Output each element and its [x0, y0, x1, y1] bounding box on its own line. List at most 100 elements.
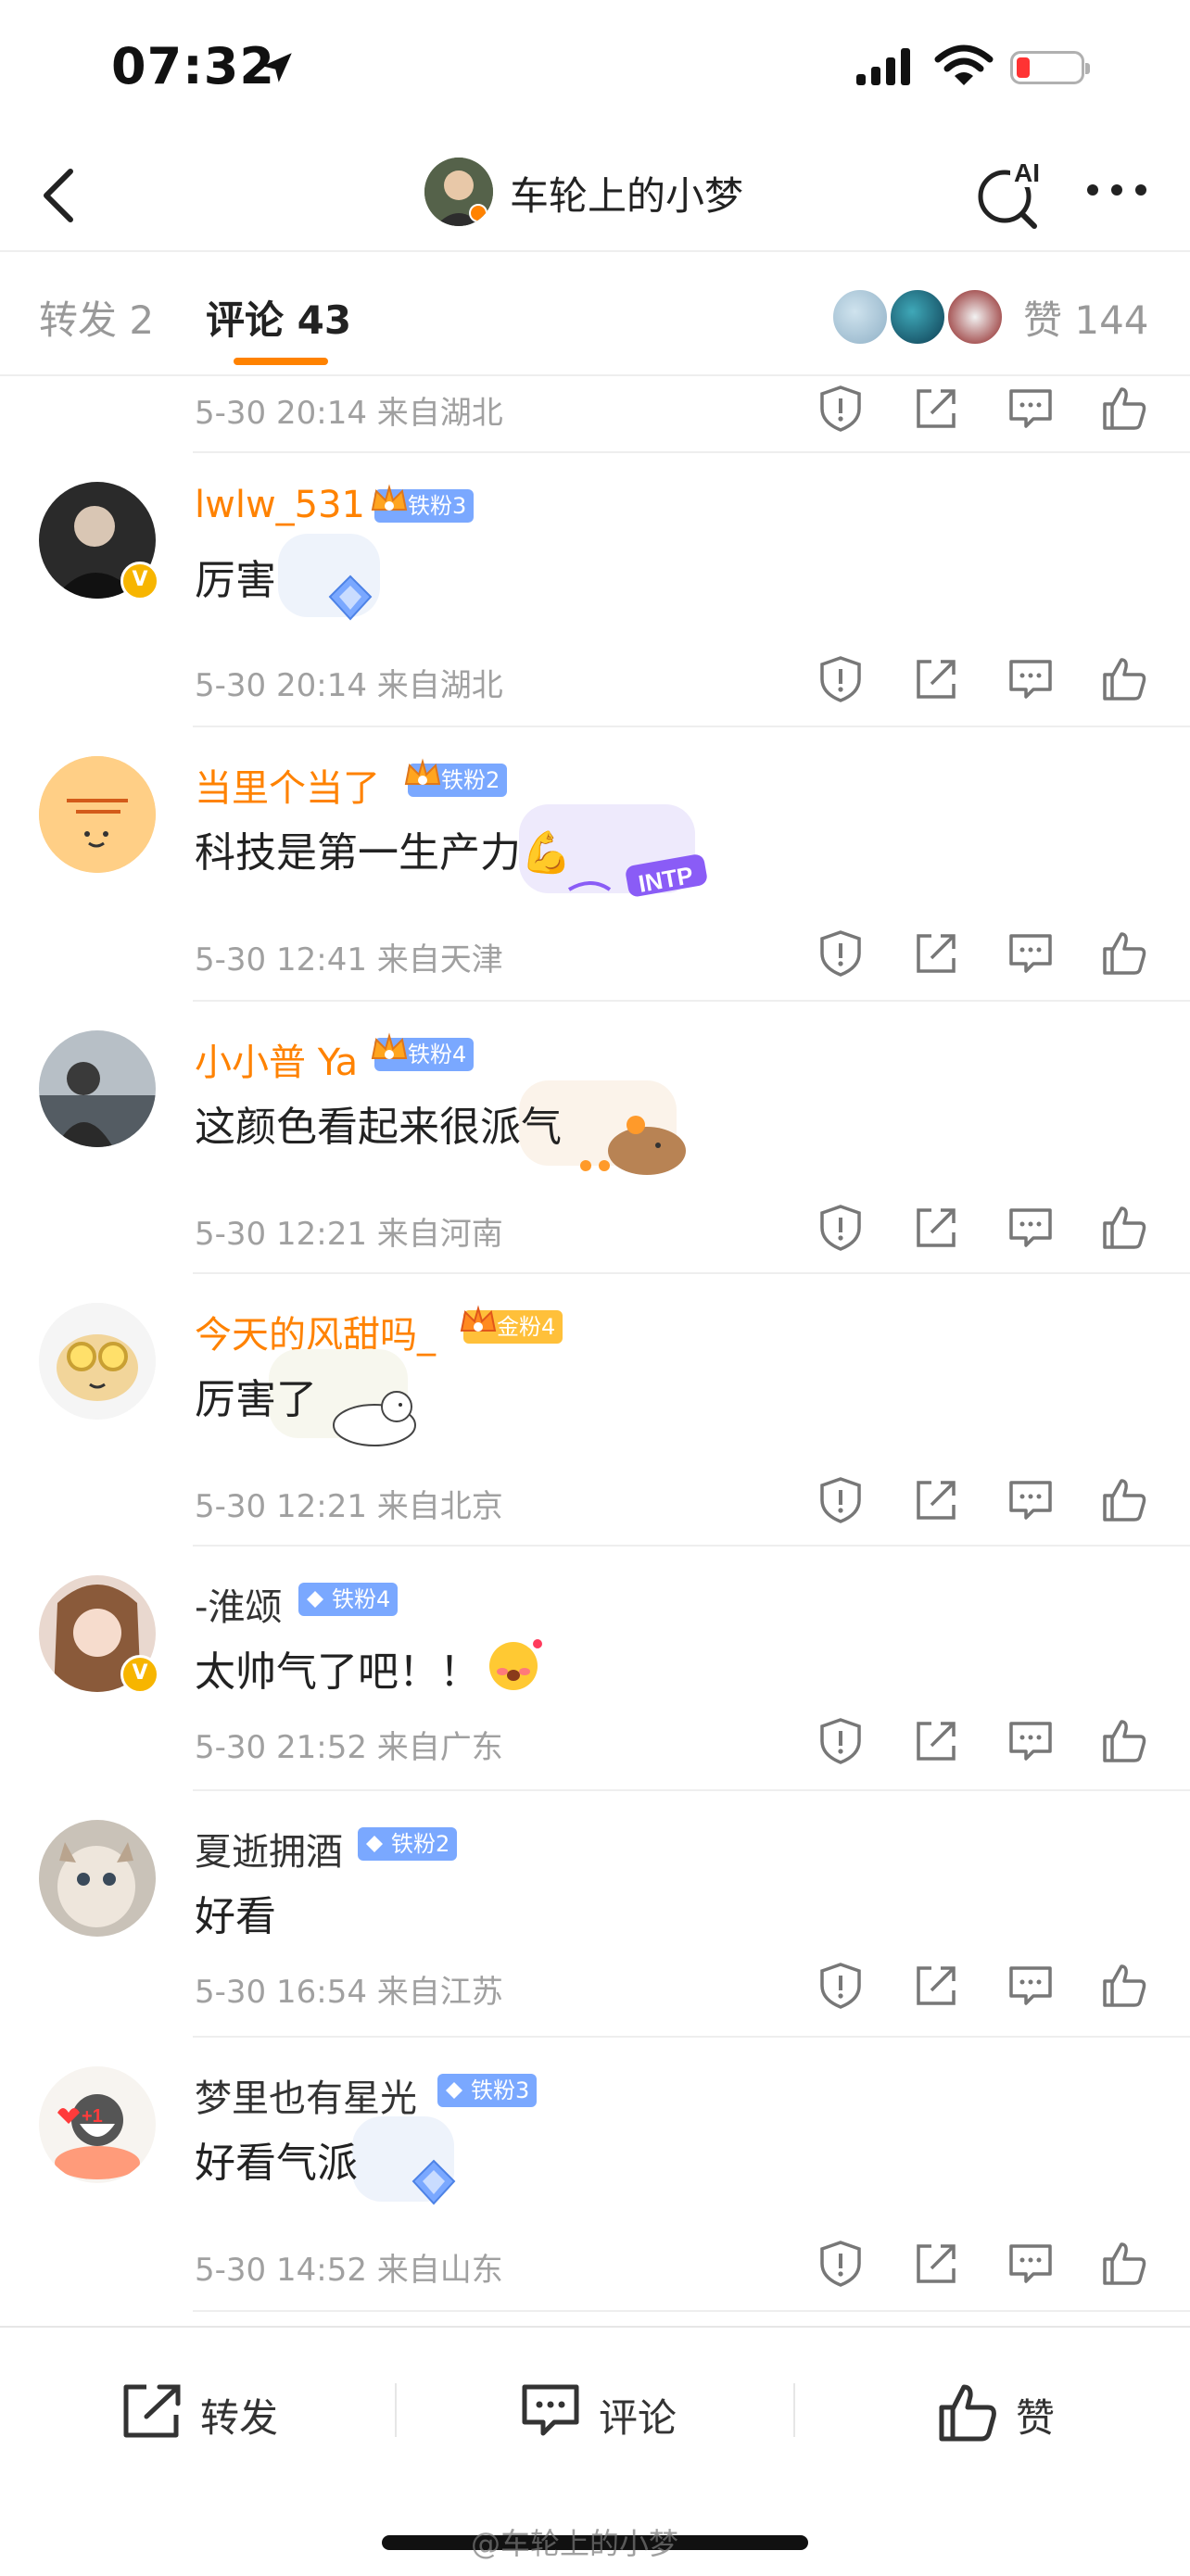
like-icon — [939, 2384, 996, 2442]
comment-icon[interactable] — [1006, 654, 1056, 704]
ai-search-icon[interactable]: AI — [975, 156, 1049, 230]
like-icon[interactable] — [1099, 384, 1149, 434]
share-icon[interactable] — [911, 384, 961, 434]
share-icon[interactable] — [911, 1961, 961, 2011]
divider — [193, 1789, 1190, 1791]
report-icon[interactable] — [816, 1203, 866, 1253]
diamond-sticker-icon — [411, 2159, 456, 2205]
svg-text:AI: AI — [1014, 158, 1040, 187]
watermark: @车轮上的小梦 — [471, 2526, 679, 2561]
repost-button[interactable]: 转发 — [120, 2374, 297, 2448]
commenter-avatar[interactable] — [39, 756, 156, 873]
comment-icon[interactable] — [1006, 928, 1056, 979]
comment-text: 太帅气了吧！！ — [195, 1648, 480, 1696]
share-icon[interactable] — [911, 1716, 961, 1766]
divider — [395, 2383, 397, 2437]
commenter-name[interactable]: 当里个当了 — [195, 758, 380, 812]
tab-likes[interactable]: 赞 144 — [1023, 289, 1149, 346]
svg-text:+1: +1 — [82, 2106, 103, 2127]
crown-icon — [404, 758, 441, 785]
comment-text: 厉害了 — [195, 1376, 317, 1423]
comment-meta: 5-30 21:52 来自广东 — [195, 1729, 503, 1766]
tab-bar: 转发 2 评论 43 赞 144 — [0, 252, 1190, 376]
comment-icon[interactable] — [1006, 1961, 1056, 2011]
divider — [193, 1000, 1190, 1002]
share-icon[interactable] — [911, 1203, 961, 1253]
liker-avatar — [830, 287, 890, 347]
diamond-icon — [307, 1591, 323, 1608]
comment-meta: 5-30 12:41 来自天津 — [195, 941, 503, 979]
crown-icon — [371, 1032, 408, 1059]
like-icon[interactable] — [1099, 1203, 1149, 1253]
divider — [193, 726, 1190, 727]
repost-label: 转发 — [200, 2395, 279, 2441]
comment-icon[interactable] — [1006, 1203, 1056, 1253]
battery-icon — [1010, 51, 1090, 84]
fan-level-badge: 铁粉3 — [371, 484, 475, 523]
share-icon[interactable] — [911, 928, 961, 979]
status-bar: 07:32 — [0, 0, 1190, 139]
comment-text: 科技是第一生产力💪 — [195, 829, 572, 877]
like-icon[interactable] — [1099, 2239, 1149, 2289]
capybara-sticker-icon — [580, 1116, 686, 1175]
status-time: 07:32 — [111, 37, 275, 95]
like-icon[interactable] — [1099, 654, 1149, 704]
commenter-avatar[interactable] — [39, 1820, 156, 1937]
diamond-icon — [366, 1836, 383, 1852]
report-icon[interactable] — [816, 2239, 866, 2289]
more-options-icon[interactable] — [1084, 176, 1149, 204]
share-icon[interactable] — [911, 654, 961, 704]
comment-meta: 5-30 14:52 来自山东 — [195, 2252, 503, 2289]
comment-icon[interactable] — [1006, 384, 1056, 434]
like-icon[interactable] — [1099, 1961, 1149, 2011]
fan-level-badge: 铁粉4 — [371, 1032, 475, 1071]
report-icon[interactable] — [816, 654, 866, 704]
comment-meta: 5-30 12:21 来自北京 — [195, 1488, 503, 1525]
commenter-avatar[interactable]: +1 — [39, 2066, 156, 2183]
commenter-avatar[interactable] — [39, 1303, 156, 1420]
commenter-name[interactable]: 夏逝拥酒 — [195, 1822, 343, 1875]
location-arrow-icon — [262, 53, 292, 82]
liker-avatar — [945, 287, 1005, 347]
report-icon[interactable] — [816, 1716, 866, 1766]
cellular-signal-icon — [856, 48, 910, 85]
tab-repost[interactable]: 转发 2 — [39, 289, 154, 346]
share-icon[interactable] — [911, 2239, 961, 2289]
comment-icon[interactable] — [1006, 2239, 1056, 2289]
comment-text: 厉害 — [195, 557, 276, 604]
report-icon[interactable] — [816, 928, 866, 979]
comment-meta: 5-30 12:21 来自河南 — [195, 1216, 503, 1253]
comment-icon[interactable] — [1006, 1475, 1056, 1525]
report-icon[interactable] — [816, 1475, 866, 1525]
diamond-sticker-icon — [328, 575, 373, 621]
commenter-name[interactable]: 小小普 Ya — [195, 1032, 358, 1086]
like-icon[interactable] — [1099, 1716, 1149, 1766]
like-icon[interactable] — [1099, 1475, 1149, 1525]
comment-text: 这颜色看起来很派气 — [195, 1104, 562, 1151]
commenter-name[interactable]: -淮颂 — [195, 1577, 282, 1631]
divider — [193, 1545, 1190, 1547]
divider — [193, 2036, 1190, 2038]
intp-sticker-icon: INTP — [567, 854, 707, 898]
commenter-avatar[interactable] — [39, 1030, 156, 1147]
crown-icon — [371, 484, 408, 511]
author-name[interactable]: 车轮上的小梦 — [510, 165, 743, 221]
verified-badge-icon: V — [120, 1655, 159, 1694]
share-icon[interactable] — [911, 1475, 961, 1525]
report-icon[interactable] — [816, 1961, 866, 2011]
commenter-name[interactable]: lwlw_531 — [195, 484, 365, 526]
report-icon[interactable] — [816, 384, 866, 434]
author-avatar[interactable] — [424, 158, 493, 226]
verified-badge-icon: V — [120, 562, 159, 600]
dog-sticker-icon — [333, 1391, 416, 1446]
comment-meta: 5-30 16:54 来自江苏 — [195, 1974, 503, 2011]
like-icon[interactable] — [1099, 928, 1149, 979]
comment-text: 好看气派 — [195, 2140, 358, 2187]
back-arrow-icon[interactable] — [28, 162, 93, 227]
comment-icon[interactable] — [1006, 1716, 1056, 1766]
tab-comment[interactable]: 评论 43 — [206, 289, 351, 346]
comment-button[interactable]: 评论 — [519, 2374, 695, 2448]
like-label: 赞 — [1016, 2395, 1056, 2441]
like-button[interactable]: 赞 — [936, 2374, 1084, 2448]
commenter-name[interactable]: 梦里也有星光 — [195, 2068, 417, 2122]
